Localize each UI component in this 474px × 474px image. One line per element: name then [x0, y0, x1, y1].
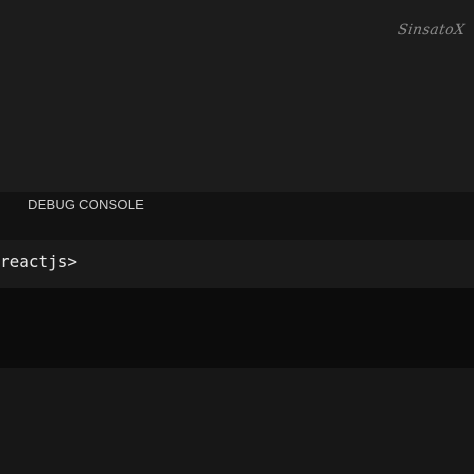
- bottom-panel: DEBUG CONSOLE reactjs>: [0, 192, 474, 474]
- console-prompt: reactjs>: [0, 252, 78, 271]
- app-window: SinsatoX DEBUG CONSOLE reactjs>: [0, 0, 474, 474]
- console-output: [0, 288, 474, 368]
- panel-tab-bar: DEBUG CONSOLE: [0, 192, 474, 220]
- panel-empty-area: [0, 368, 474, 474]
- console-input[interactable]: reactjs>: [0, 240, 474, 288]
- watermark-signature: SinsatoX: [397, 22, 467, 38]
- editor-area: SinsatoX: [0, 0, 474, 192]
- tab-debug-console[interactable]: DEBUG CONSOLE: [28, 197, 144, 212]
